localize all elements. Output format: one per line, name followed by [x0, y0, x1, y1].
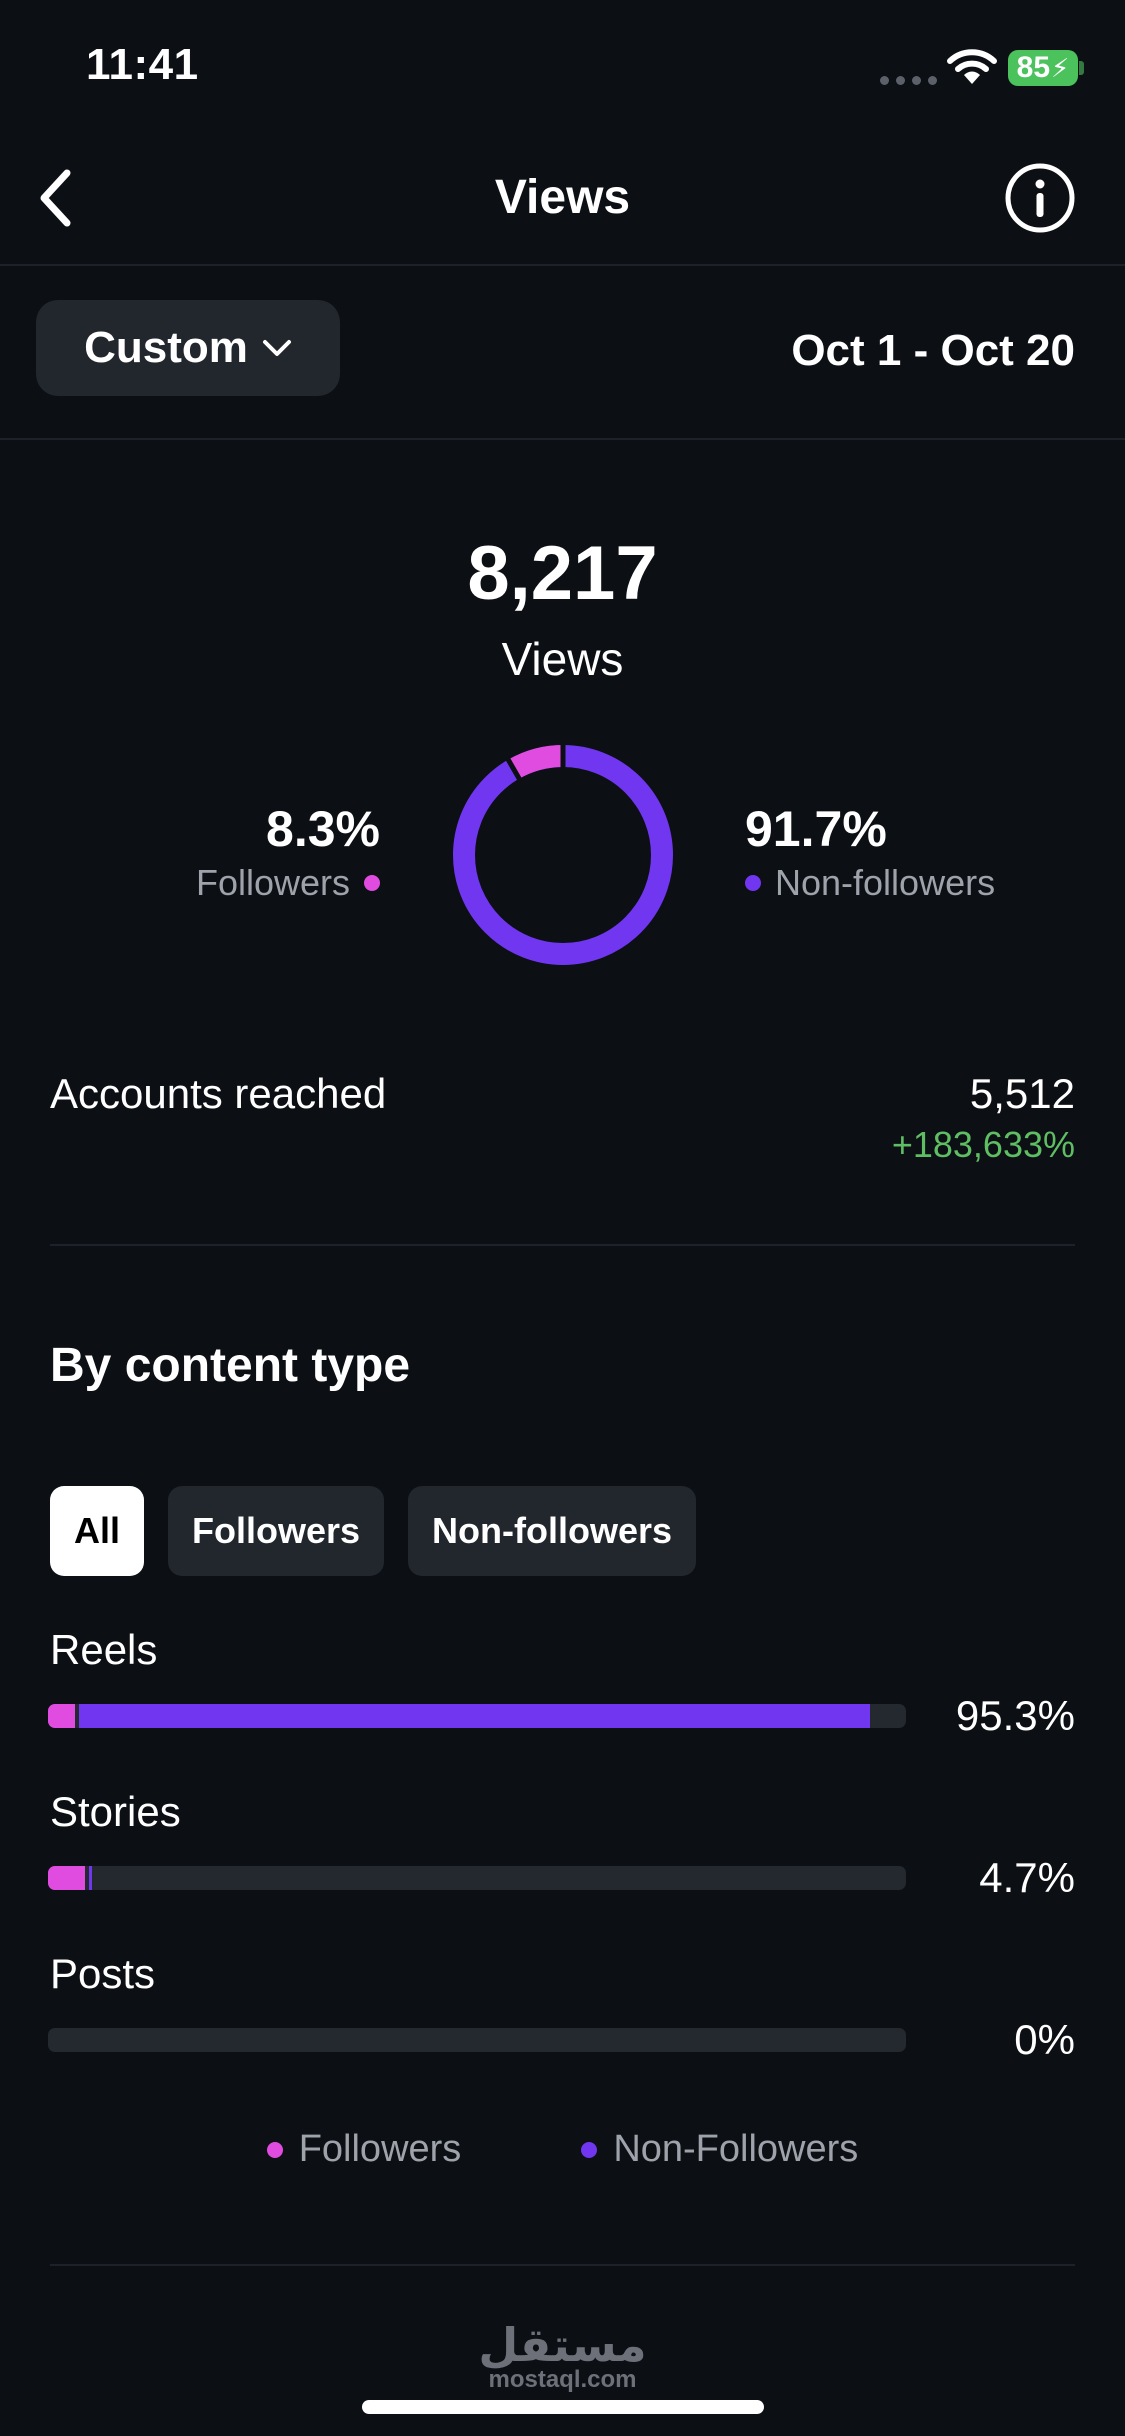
bar-legend: Followers Non-Followers	[0, 2128, 1125, 2171]
bar-followers-segment	[48, 1704, 75, 1728]
watermark-logo: مستقل	[478, 2319, 647, 2371]
page-title: Views	[494, 171, 631, 224]
content-row-bar	[48, 1704, 906, 1728]
followers-dot	[364, 875, 380, 891]
accounts-reached-label: Accounts reached	[50, 1070, 387, 1117]
donut-followers-segment	[508, 745, 564, 779]
bar-nonfollowers-segment	[88, 1866, 93, 1890]
views-donut-chart	[453, 743, 673, 965]
status-time: 11:41	[86, 40, 199, 89]
tab-all[interactable]: All	[50, 1486, 145, 1576]
legend-nonfollowers-dot	[581, 2141, 598, 2158]
bar-nonfollowers-segment	[78, 1704, 870, 1728]
bottom-divider	[50, 2264, 1075, 2266]
tab-nonfollowers[interactable]: Non-followers	[408, 1486, 697, 1576]
chevron-down-icon	[262, 340, 291, 356]
nonfollowers-percentage: 91.7%	[745, 801, 887, 857]
total-views-label: Views	[501, 633, 624, 685]
content-row-bar	[48, 1866, 906, 1890]
battery-icon: 85 ⚡	[1008, 50, 1078, 86]
legend-followers: Followers	[266, 2128, 462, 2171]
content-type-title: By content type	[50, 1339, 411, 1392]
followers-legend: Followers	[196, 862, 380, 904]
section-divider	[50, 1244, 1075, 1246]
bar-followers-segment	[48, 1866, 85, 1890]
nonfollowers-legend: Non-followers	[745, 862, 995, 904]
content-row-label: Reels	[50, 1626, 158, 1673]
wifi-icon	[947, 49, 997, 84]
legend-nonfollowers: Non-Followers	[581, 2128, 858, 2171]
content-row-bar	[48, 2028, 906, 2052]
header-divider	[0, 264, 1125, 266]
legend-followers-label: Followers	[298, 2128, 462, 2170]
battery-cap	[1079, 61, 1084, 75]
accounts-reached-value: 5,512	[969, 1070, 1075, 1117]
audience-tabs: All Followers Non-followers	[50, 1486, 697, 1576]
followers-legend-label: Followers	[195, 862, 350, 903]
followers-percentage: 8.3%	[266, 801, 380, 857]
charging-icon: ⚡	[1051, 52, 1070, 83]
cellular-signal-icon	[880, 76, 937, 85]
nonfollowers-dot	[745, 875, 761, 891]
battery-level: 85	[1016, 51, 1051, 84]
watermark-text: mostaql.com	[488, 2366, 637, 2393]
date-range-text: Oct 1 - Oct 20	[791, 326, 1075, 375]
total-views-value: 8,217	[467, 531, 658, 616]
content-row-value: 0%	[1014, 2016, 1075, 2063]
content-row-value: 95.3%	[955, 1692, 1075, 1739]
home-indicator[interactable]	[362, 2400, 764, 2414]
legend-followers-dot	[266, 2141, 283, 2158]
info-icon[interactable]	[1002, 160, 1078, 236]
content-row-label: Stories	[50, 1788, 181, 1835]
content-row-label: Posts	[50, 1950, 156, 1997]
filter-divider	[0, 438, 1125, 440]
date-range-dropdown-label: Custom	[84, 323, 248, 372]
date-range-dropdown[interactable]: Custom	[36, 300, 340, 396]
content-row-value: 4.7%	[979, 1854, 1075, 1901]
tab-followers[interactable]: Followers	[168, 1486, 385, 1576]
legend-nonfollowers-label: Non-Followers	[613, 2128, 859, 2170]
nonfollowers-legend-label: Non-followers	[775, 862, 996, 903]
donut-nonfollowers-segment	[453, 745, 673, 965]
accounts-reached-change: +183,633%	[891, 1124, 1075, 1165]
